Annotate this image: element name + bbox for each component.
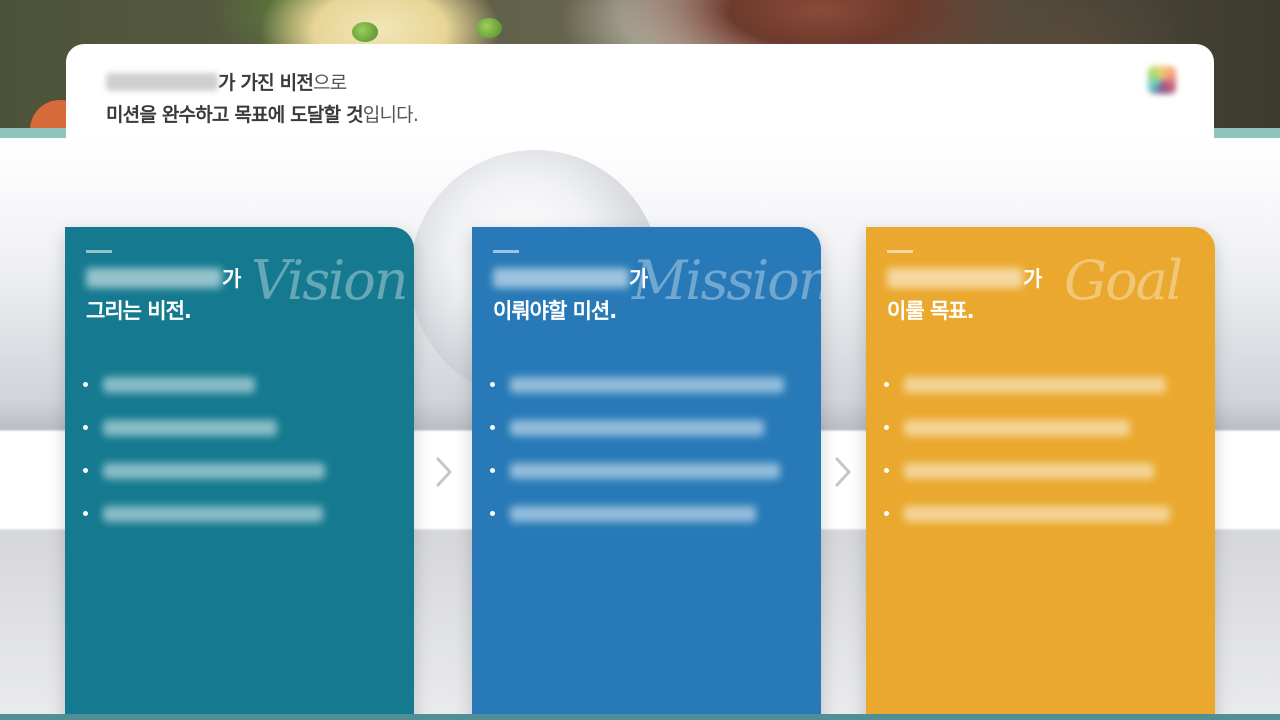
redacted-text	[510, 463, 780, 479]
bullet-dot-icon	[490, 468, 495, 473]
bullet-dot-icon	[83, 468, 88, 473]
redacted-company-name	[106, 73, 218, 91]
title-suffix: 가	[222, 267, 241, 291]
pea-decoration	[352, 22, 378, 42]
title-suffix: 가	[1023, 267, 1042, 291]
redacted-text	[510, 506, 756, 522]
bullet-dot-icon	[490, 382, 495, 387]
redacted-company-name	[887, 268, 1023, 288]
redacted-text	[510, 420, 764, 436]
card-dash	[887, 250, 913, 253]
header-line-1: 가 가진 비전으로	[106, 68, 347, 95]
bullet-dot-icon	[490, 511, 495, 516]
goal-title-line-2: 이룰 목표.	[887, 299, 975, 323]
goal-card: Goal 가 이룰 목표.	[866, 227, 1215, 719]
vision-title-line-2: 그리는 비전.	[86, 299, 192, 323]
mission-card: Mission 가 이뤄야할 미션.	[472, 227, 821, 719]
bullet-dot-icon	[83, 425, 88, 430]
goal-card-title: 가 이룰 목표.	[887, 263, 1042, 327]
chevron-right-icon	[835, 457, 851, 487]
vision-card-title: 가 그리는 비전.	[86, 263, 241, 327]
bullet-dot-icon	[83, 382, 88, 387]
vision-card: Vision 가 그리는 비전.	[65, 227, 414, 719]
bullet-dot-icon	[884, 511, 889, 516]
vision-script-word: Vision	[251, 249, 409, 312]
title-suffix: 가	[629, 267, 648, 291]
bullet-dot-icon	[884, 425, 889, 430]
header-line-1-bold: 가 가진 비전	[218, 72, 314, 94]
card-dash	[86, 250, 112, 253]
redacted-text	[103, 420, 277, 436]
goal-script-word: Goal	[1064, 249, 1183, 312]
header-line-2-bold: 미션을 완수하고 목표에 도달할 것	[106, 104, 364, 126]
card-dash	[493, 250, 519, 253]
redacted-text	[904, 463, 1154, 479]
redacted-text	[103, 377, 255, 393]
bullet-dot-icon	[83, 511, 88, 516]
header-line-2-normal: 입니다.	[362, 104, 419, 126]
redacted-text	[904, 377, 1166, 393]
bullet-dot-icon	[884, 468, 889, 473]
header-line-1-normal: 으로	[313, 72, 347, 94]
mission-script-word: Mission	[632, 249, 821, 312]
redacted-text	[103, 506, 323, 522]
mission-title-line-2: 이뤄야할 미션.	[493, 299, 617, 323]
bottom-accent-line	[0, 714, 1280, 720]
redacted-company-name	[86, 268, 222, 288]
header-card: 가 가진 비전으로 미션을 완수하고 목표에 도달할 것입니다.	[66, 44, 1214, 138]
pea-decoration	[476, 18, 502, 38]
app-logo-icon	[1148, 66, 1176, 94]
bullet-dot-icon	[884, 382, 889, 387]
redacted-text	[904, 506, 1170, 522]
header-line-2: 미션을 완수하고 목표에 도달할 것입니다.	[106, 100, 419, 127]
redacted-company-name	[493, 268, 629, 288]
chevron-right-icon	[436, 457, 452, 487]
redacted-text	[510, 377, 784, 393]
redacted-text	[904, 420, 1130, 436]
mission-card-title: 가 이뤄야할 미션.	[493, 263, 648, 327]
redacted-text	[103, 463, 325, 479]
bullet-dot-icon	[490, 425, 495, 430]
